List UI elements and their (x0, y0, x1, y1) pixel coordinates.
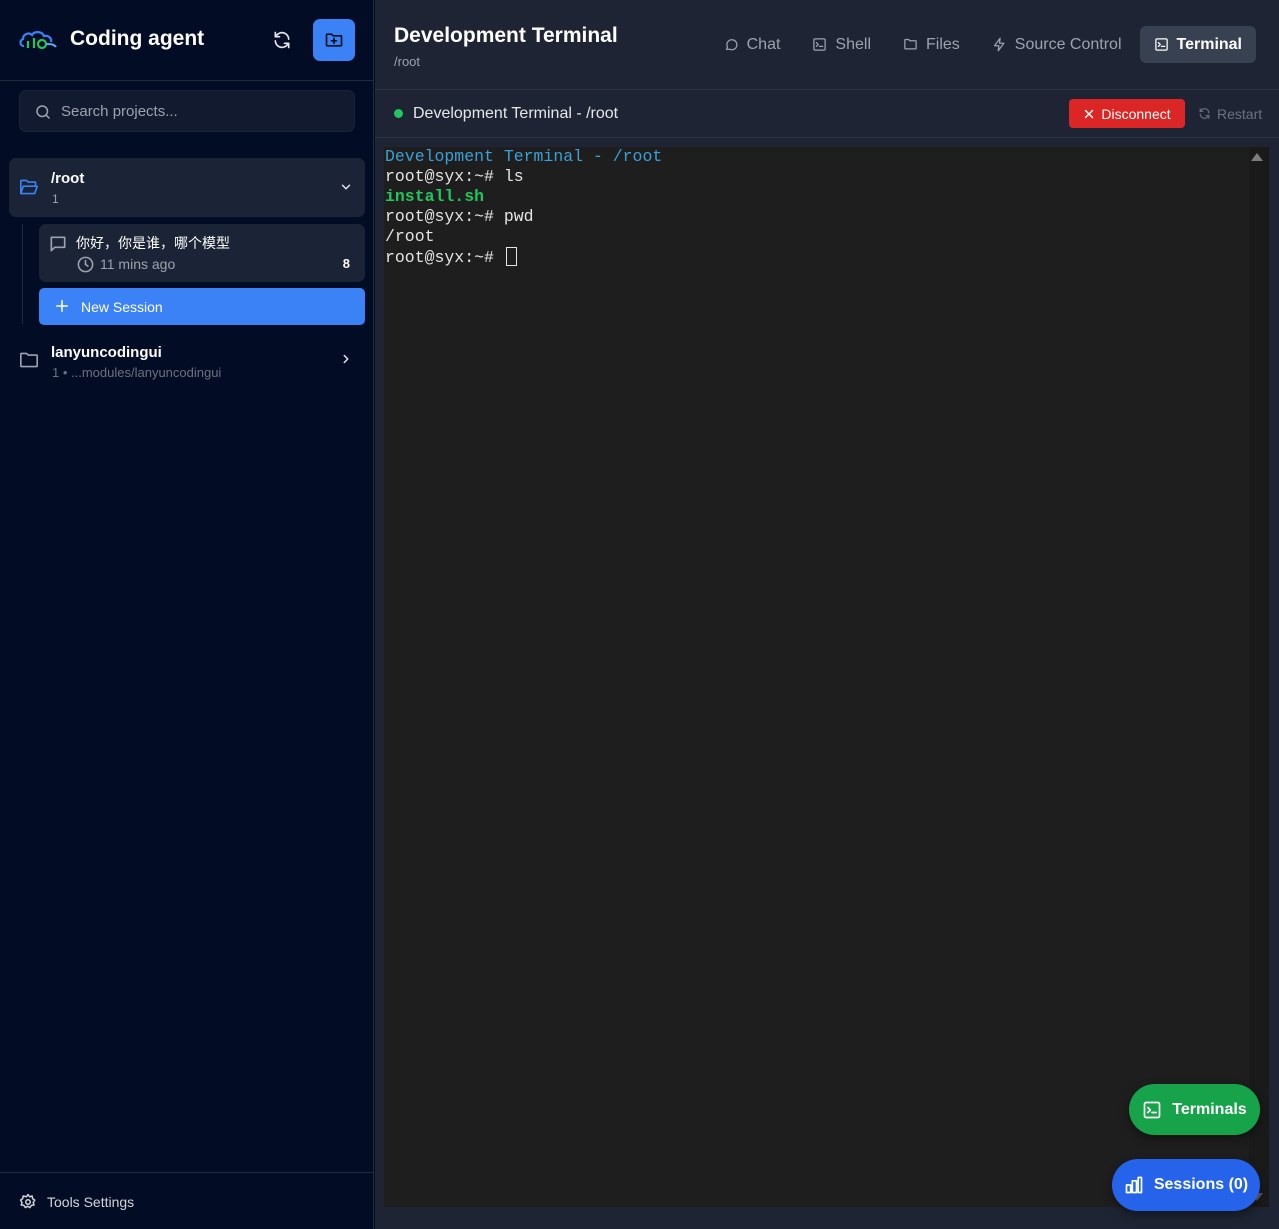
bar-chart-icon (1125, 1176, 1143, 1194)
project-item-root[interactable]: /root 1 (9, 158, 365, 217)
page-subtitle: /root (394, 54, 421, 69)
terminal-prompt-line: root@syx:~# (385, 247, 662, 268)
session-message-count: 8 (342, 256, 350, 271)
restart-label: Restart (1217, 105, 1263, 122)
restart-button[interactable]: Restart (1198, 99, 1262, 128)
sessions-fab-button[interactable]: Sessions (0) (1112, 1159, 1260, 1211)
terminal-screen[interactable]: Development Terminal - /root root@syx:~#… (384, 147, 1269, 1207)
scroll-up-arrow-icon[interactable] (1251, 153, 1263, 161)
new-project-button[interactable] (313, 19, 355, 61)
search-input[interactable] (61, 91, 341, 131)
folder-icon (19, 352, 38, 368)
terminal-prompt: root@syx:~# (385, 248, 504, 267)
terminal-icon (1154, 38, 1168, 51)
tools-settings-label: Tools Settings (47, 1194, 135, 1210)
close-icon (1085, 109, 1094, 118)
folder-plus-icon (325, 33, 343, 47)
tab-source-control[interactable]: Source Control (978, 26, 1136, 63)
terminal-icon (813, 38, 827, 51)
project-name: /root (51, 170, 85, 187)
project-name: lanyuncodingui (51, 344, 162, 361)
sidebar: Coding agent /root 1 (0, 0, 374, 1229)
page-title: Development Terminal (394, 24, 618, 47)
project-item-lanyuncodingui[interactable]: lanyuncodingui 1 • ...modules/lanyuncodi… (9, 333, 365, 389)
tab-files[interactable]: Files (889, 26, 974, 63)
terminal-line: root@syx:~# pwd (385, 207, 534, 226)
gear-icon (19, 1193, 36, 1209)
tab-label: Files (926, 35, 960, 53)
terminal-scrollbar[interactable] (1249, 147, 1269, 1207)
main-header: Development Terminal /root Chat Shell Fi… (375, 0, 1279, 90)
terminal-title: Development Terminal - /root (413, 105, 619, 122)
sessions-fab-label: Sessions (0) (1153, 1176, 1249, 1193)
terminal-line: /root (385, 227, 435, 246)
terminal-line: root@syx:~# ls (385, 167, 524, 186)
disconnect-label: Disconnect (1101, 105, 1171, 122)
refresh-button[interactable] (266, 24, 298, 56)
brand-header: Coding agent (0, 0, 374, 81)
folder-icon (904, 38, 917, 50)
tab-label: Shell (835, 35, 871, 53)
new-session-button[interactable]: New Session (39, 288, 365, 325)
disconnect-button[interactable]: Disconnect (1069, 99, 1185, 128)
logo-icon (19, 31, 57, 50)
connection-status-dot (394, 109, 403, 118)
restart-icon (1199, 108, 1210, 119)
tab-bar: Chat Shell Files Source Control Terminal (710, 26, 1256, 63)
refresh-icon (274, 31, 290, 49)
session-item[interactable]: 你好，你是谁，哪个模型 11 mins ago 8 (39, 224, 365, 282)
terminal-toolbar: Development Terminal - /root Disconnect … (375, 90, 1279, 138)
session-time: 11 mins ago (100, 256, 176, 272)
search-icon (36, 105, 50, 119)
session-title: 你好，你是谁，哪个模型 (76, 235, 230, 251)
tab-label: Source Control (1014, 35, 1122, 53)
chat-icon (725, 39, 738, 51)
tab-label: Terminal (1176, 35, 1243, 53)
terminal-line: install.sh (385, 187, 485, 206)
terminal-line: Development Terminal - /root (385, 147, 663, 166)
folder-open-icon (19, 179, 38, 195)
terminals-fab-button[interactable]: Terminals (1129, 1084, 1260, 1135)
terminals-fab-label: Terminals (1172, 1100, 1247, 1118)
tree-connector (22, 224, 23, 324)
terminal-output: Development Terminal - /root root@syx:~#… (385, 147, 662, 268)
tools-settings-button[interactable]: Tools Settings (19, 1190, 134, 1214)
lightning-icon (993, 37, 1005, 52)
project-session-count: 1 (52, 192, 59, 206)
terminal-cursor (505, 247, 517, 266)
main-panel: Development Terminal /root Chat Shell Fi… (375, 0, 1279, 1229)
tab-terminal[interactable]: Terminal (1139, 26, 1256, 63)
terminal-icon (1143, 1101, 1161, 1118)
plus-icon (56, 300, 68, 312)
app-title: Coding agent (70, 27, 205, 50)
search-box (19, 90, 355, 132)
new-session-label: New Session (81, 299, 163, 315)
tab-label: Chat (746, 35, 781, 53)
chevron-down-icon (341, 184, 351, 190)
project-subtitle: 1 • ...modules/lanyuncodingui (52, 365, 222, 380)
chevron-right-icon (343, 354, 349, 364)
sidebar-footer: Tools Settings (0, 1172, 374, 1229)
message-icon (50, 236, 66, 252)
clock-icon (77, 256, 94, 273)
tab-chat[interactable]: Chat (710, 26, 795, 63)
tab-shell[interactable]: Shell (798, 26, 885, 63)
